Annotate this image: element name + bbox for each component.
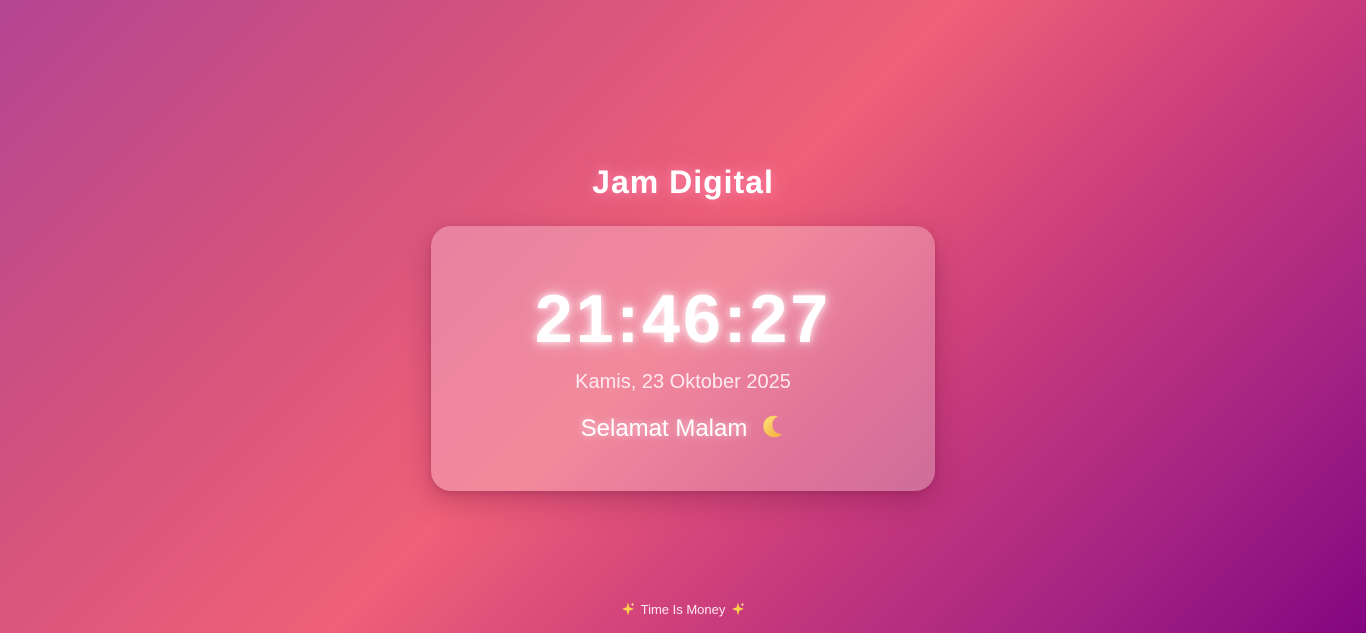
sparkles-icon <box>621 602 635 621</box>
sparkles-icon <box>731 602 745 621</box>
clock-time: 21:46:27 <box>534 281 832 357</box>
footer-text: Time Is Money <box>640 602 726 617</box>
clock-card: 21:46:27 Kamis, 23 Oktober 2025 Selamat … <box>431 226 935 491</box>
crescent-moon-icon <box>759 413 785 447</box>
page-title: Jam Digital <box>592 164 774 200</box>
greeting: Selamat Malam <box>431 413 935 447</box>
clock-date: Kamis, 23 Oktober 2025 <box>575 371 791 393</box>
clock-page: Jam Digital 21:46:27 Kamis, 23 Oktober 2… <box>0 0 1366 633</box>
greeting-text: Selamat Malam <box>580 415 748 442</box>
footer: Time Is Money <box>0 601 1366 621</box>
